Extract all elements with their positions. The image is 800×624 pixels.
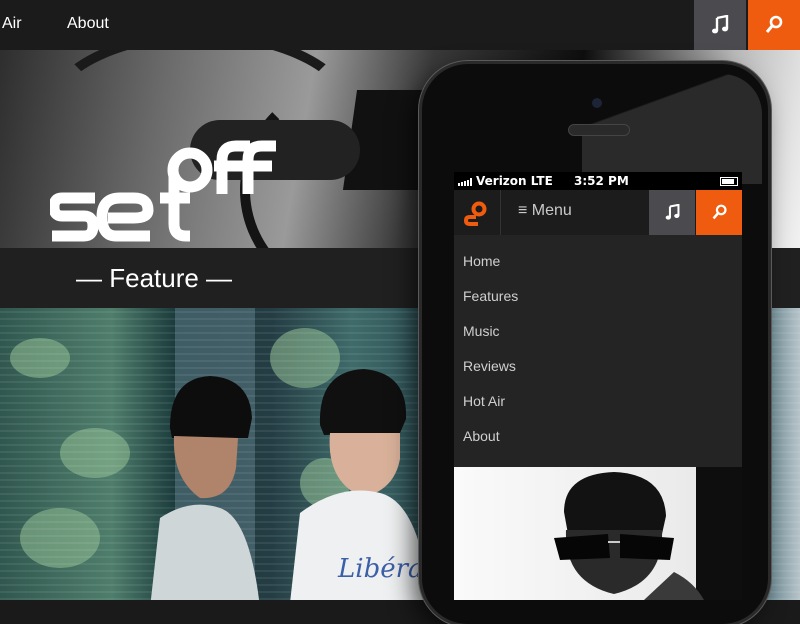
carrier-label: Verizon LTE [476,174,553,188]
music-note-icon [665,204,679,220]
feature-title: — Feature — [76,263,233,293]
signal-icon [458,178,472,186]
mobile-logo[interactable] [454,190,501,235]
mobile-header: ≡ Menu [454,190,742,235]
setoff-mark-icon [464,201,487,226]
search-icon [712,204,727,220]
menu-item-about[interactable]: About [463,428,500,444]
top-nav: Air About [0,0,800,50]
menu-item-home[interactable]: Home [463,253,500,269]
battery-icon [720,177,738,186]
nav-link-hot-air[interactable]: Air [2,15,22,33]
music-button[interactable] [694,0,746,50]
menu-toggle[interactable]: ≡ Menu [518,202,572,220]
menu-item-features[interactable]: Features [463,288,518,304]
svg-text:Libéra: Libéra [337,554,424,584]
phone-screen: Verizon LTE 3:52 PM ≡ Menu Home Features… [454,172,742,600]
mobile-music-button[interactable] [649,190,695,235]
status-bar: Verizon LTE 3:52 PM [454,172,742,190]
mobile-feature-photo[interactable] [454,467,742,600]
status-time: 3:52 PM [574,174,629,188]
person-left [150,376,259,600]
mobile-search-button[interactable] [696,190,742,235]
person-right: Libéra [290,369,430,600]
phone-speaker [568,124,630,136]
search-icon [765,15,783,33]
menu-item-reviews[interactable]: Reviews [463,358,516,374]
menu-item-music[interactable]: Music [463,323,500,339]
portrait-person [554,472,704,600]
setoff-logo [50,140,276,242]
mobile-menu: Home Features Music Reviews Hot Air Abou… [454,235,742,467]
music-note-icon [712,15,729,34]
nav-link-about[interactable]: About [67,15,109,33]
menu-item-hot-air[interactable]: Hot Air [463,393,505,409]
search-button[interactable] [748,0,800,50]
front-camera [592,98,602,108]
